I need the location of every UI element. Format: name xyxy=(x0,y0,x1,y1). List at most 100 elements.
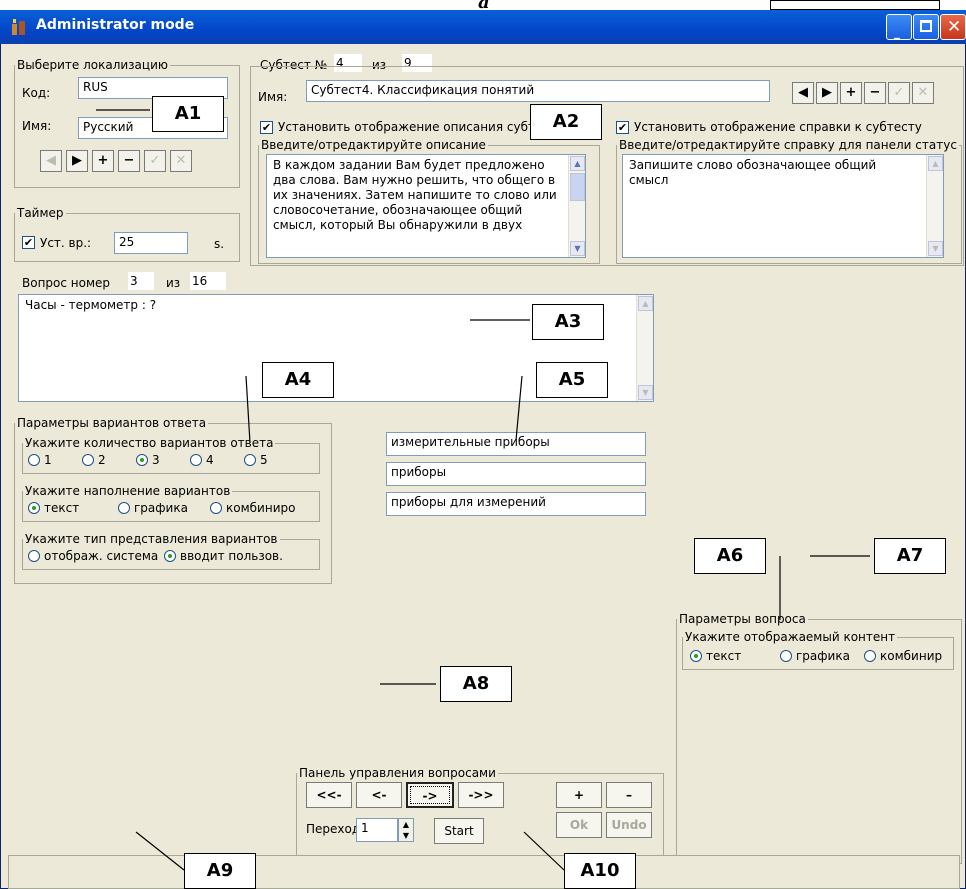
localization-legend: Выберите локализацию xyxy=(17,58,168,72)
maximize-icon xyxy=(920,20,932,32)
timer-checkbox[interactable]: ✔ xyxy=(22,236,35,249)
subtest-prev-button[interactable]: ◀ xyxy=(792,82,814,104)
help-legend: Введите/отредактируйте справку для панел… xyxy=(619,138,957,152)
show-help-label: Установить отображение справки к субтест… xyxy=(634,120,922,134)
status-bar xyxy=(8,855,960,889)
subtest-name-input[interactable]: Субтест4. Классификация понятий xyxy=(306,80,770,102)
remove-question-button[interactable]: – xyxy=(606,782,652,808)
prev-question-button[interactable]: <- xyxy=(356,782,402,808)
answer-count-radio-4[interactable] xyxy=(190,454,202,466)
answer-type-radio-2[interactable] xyxy=(164,550,176,562)
close-icon: ✕ xyxy=(947,17,962,37)
timer-checkbox-label: Уст. вр.: xyxy=(40,236,92,250)
answer-count-radio-label: 1 xyxy=(44,453,52,467)
minimize-button[interactable]: _ xyxy=(886,14,912,40)
help-textarea[interactable]: Запишите слово обозначающее общий смысл … xyxy=(622,154,944,258)
scroll-up-icon[interactable]: ▲ xyxy=(638,296,653,311)
answer-count-legend: Укажите количество вариантов ответа xyxy=(25,436,274,450)
start-button[interactable]: Start xyxy=(434,818,484,844)
content-radio-3[interactable] xyxy=(864,650,876,662)
answer-count-radio-label: 4 xyxy=(206,453,214,467)
timer-legend: Таймер xyxy=(17,206,64,220)
loc-confirm-button[interactable]: ✓ xyxy=(144,150,166,172)
annotation-a4: A4 xyxy=(262,362,334,398)
content-legend: Укажите отображаемый контент xyxy=(685,630,896,644)
description-scrollbar[interactable]: ▲ ▼ xyxy=(568,155,585,257)
annotation-a2: A2 xyxy=(530,104,602,140)
answer-count-radio-1[interactable] xyxy=(28,454,40,466)
question-number[interactable]: 3 xyxy=(128,272,154,290)
content-radio-label: графика xyxy=(796,649,850,663)
scroll-thumb[interactable] xyxy=(570,173,585,201)
question-params-legend: Параметры вопроса xyxy=(679,612,806,626)
timer-input[interactable]: 25 xyxy=(114,232,188,254)
bg-window-edge xyxy=(770,0,940,10)
answer-input-3[interactable]: приборы для измерений xyxy=(386,492,646,516)
annotation-a7: A7 xyxy=(874,538,946,574)
help-scrollbar[interactable]: ▲ ▼ xyxy=(926,155,943,257)
ok-button[interactable]: Ok xyxy=(556,812,602,838)
answer-count-group: Укажите количество вариантов ответа xyxy=(22,436,320,474)
answer-fill-radio-3[interactable] xyxy=(210,502,222,514)
scroll-up-icon[interactable]: ▲ xyxy=(928,156,943,171)
maximize-button[interactable] xyxy=(913,14,939,40)
question-of-label: из xyxy=(166,276,181,290)
answer-fill-radio-1[interactable] xyxy=(28,502,40,514)
show-help-checkbox[interactable]: ✔ xyxy=(616,121,629,134)
subtest-confirm-button[interactable]: ✓ xyxy=(888,82,910,104)
answer-type-radio-label: отображ. система xyxy=(44,549,159,563)
app-icon xyxy=(10,18,28,36)
annotation-a3: A3 xyxy=(532,304,604,340)
answer-count-radio-3[interactable] xyxy=(136,454,148,466)
question-scrollbar[interactable]: ▲ ▼ xyxy=(636,295,653,401)
last-question-button[interactable]: ->> xyxy=(458,782,504,808)
answer-input-2[interactable]: приборы xyxy=(386,462,646,486)
answer-count-radio-label: 5 xyxy=(260,453,268,467)
loc-next-button[interactable]: ▶ xyxy=(66,150,88,172)
answer-fill-radio-2[interactable] xyxy=(118,502,130,514)
scroll-down-icon[interactable]: ▼ xyxy=(928,241,943,256)
annotation-a10: A10 xyxy=(564,853,636,889)
loc-prev-button[interactable]: ◀ xyxy=(40,150,62,172)
loc-add-button[interactable]: + xyxy=(92,150,114,172)
answer-count-radio-label: 3 xyxy=(152,453,160,467)
description-legend: Введите/отредактируйте описание xyxy=(261,138,486,152)
add-question-button[interactable]: + xyxy=(556,782,602,808)
goto-input[interactable]: 1 xyxy=(356,818,398,842)
answer-count-radio-label: 2 xyxy=(98,453,106,467)
scroll-down-icon[interactable]: ▼ xyxy=(638,385,653,400)
subtest-remove-button[interactable]: − xyxy=(864,82,886,104)
first-question-button[interactable]: <<- xyxy=(306,782,352,808)
content-radio-2[interactable] xyxy=(780,650,792,662)
scroll-up-icon[interactable]: ▲ xyxy=(570,156,585,171)
close-button[interactable]: ✕ xyxy=(940,14,966,40)
description-text: В каждом задании Вам будет предложено дв… xyxy=(273,158,557,232)
answer-type-radio-label: вводит пользов. xyxy=(180,549,283,563)
annotation-a5: A5 xyxy=(536,362,608,398)
answer-input-1[interactable]: измерительные приборы xyxy=(386,432,646,456)
subtest-add-button[interactable]: + xyxy=(840,82,862,104)
question-text: Часы - термометр : ? xyxy=(25,298,157,312)
answer-params-legend: Параметры вариантов ответа xyxy=(17,416,207,430)
answer-count-radio-5[interactable] xyxy=(244,454,256,466)
answer-fill-radio-label: комбиниро xyxy=(226,501,296,515)
annotation-a8: A8 xyxy=(440,666,512,702)
subtest-cancel-button[interactable]: ✕ xyxy=(912,82,934,104)
loc-remove-button[interactable]: − xyxy=(118,150,140,172)
answer-count-radio-2[interactable] xyxy=(82,454,94,466)
undo-button[interactable]: Undo xyxy=(606,812,652,838)
goto-spinner[interactable]: ▲ ▼ xyxy=(398,818,414,842)
subtest-next-button[interactable]: ▶ xyxy=(816,82,838,104)
question-label: Вопрос номер xyxy=(22,276,111,290)
content-radio-1[interactable] xyxy=(690,650,702,662)
name-label: Имя: xyxy=(22,119,52,133)
next-question-button[interactable]: -> xyxy=(406,782,454,808)
answer-type-radio-1[interactable] xyxy=(28,550,40,562)
show-description-checkbox[interactable]: ✔ xyxy=(260,121,273,134)
description-textarea[interactable]: В каждом задании Вам будет предложено дв… xyxy=(266,154,586,258)
timer-unit: s. xyxy=(214,237,225,251)
loc-cancel-button[interactable]: ✕ xyxy=(170,150,192,172)
scroll-down-icon[interactable]: ▼ xyxy=(570,241,585,256)
question-total: 16 xyxy=(190,272,226,290)
subtest-name-label: Имя: xyxy=(258,90,288,104)
